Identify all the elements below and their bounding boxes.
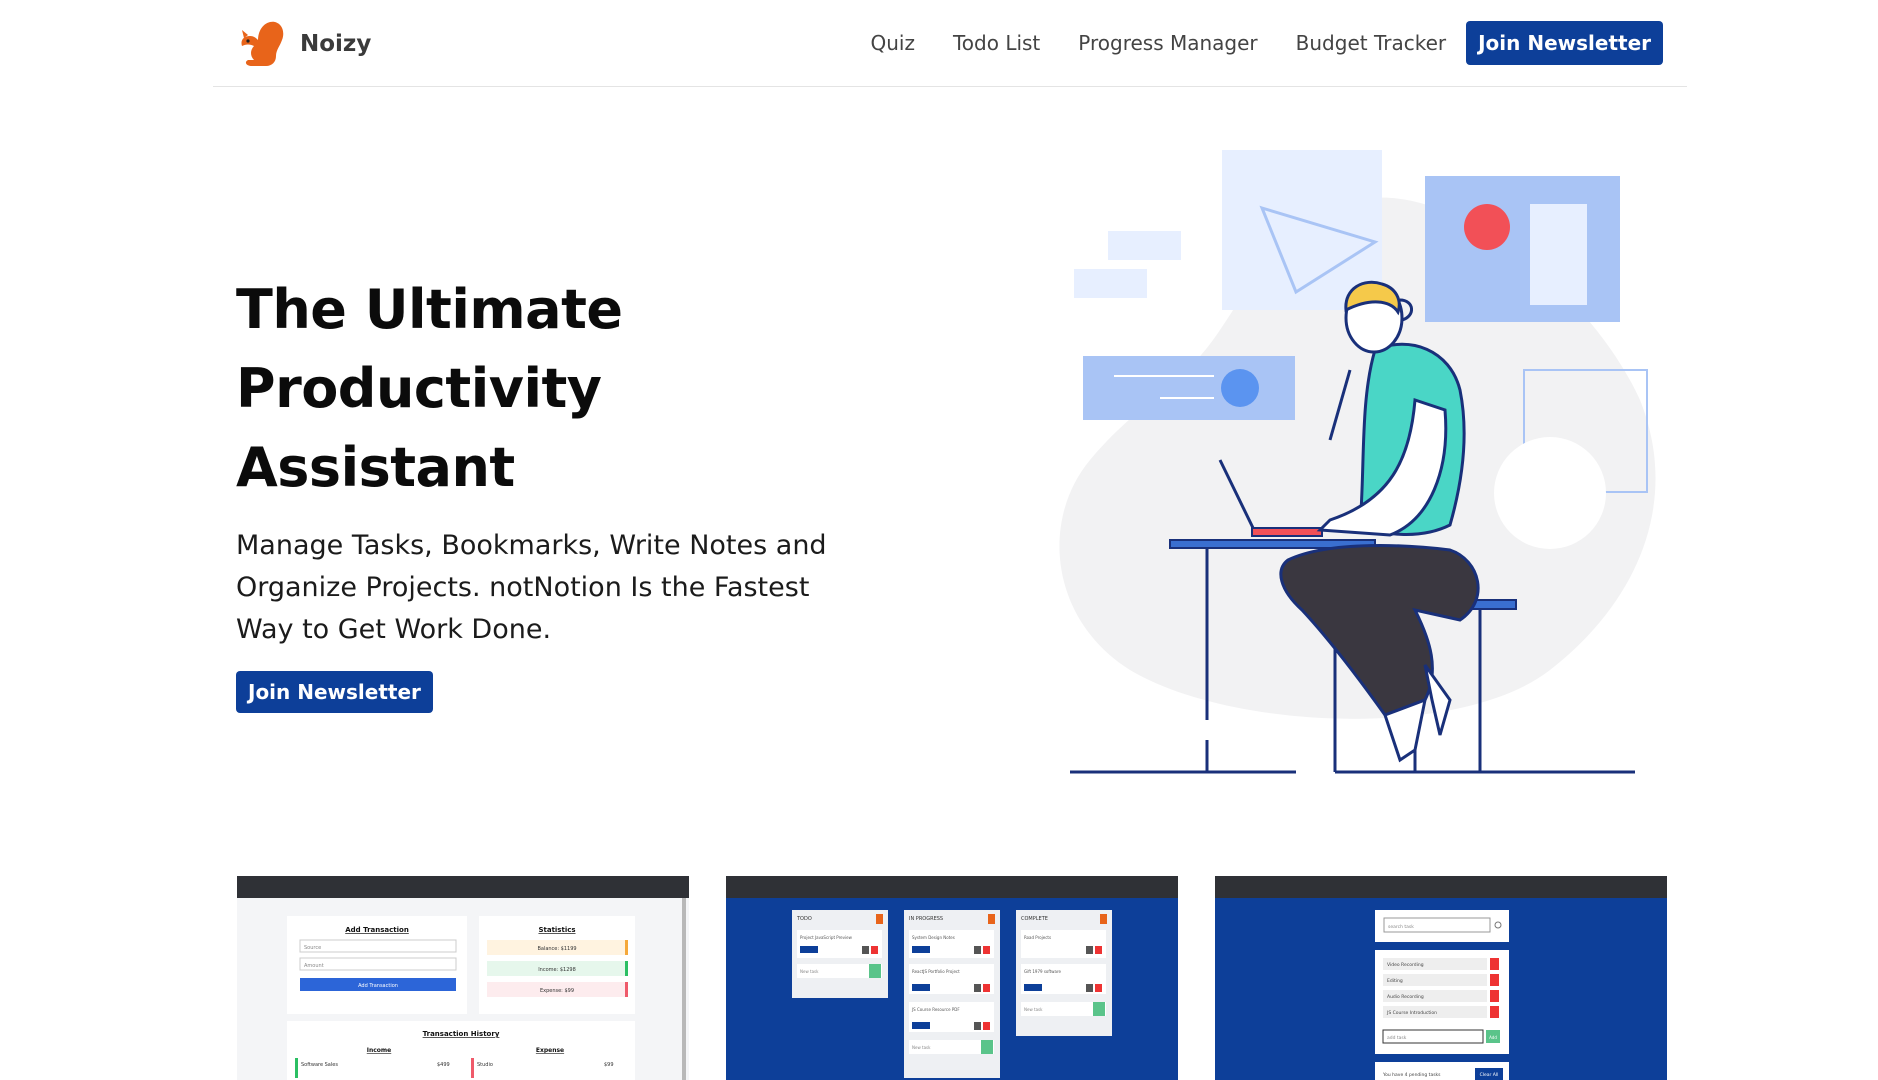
add-transaction-button: Add Transaction	[358, 983, 398, 989]
progress-task-2: ReactJS Portfolio Project	[912, 969, 960, 974]
join-newsletter-hero-button[interactable]: Join Newsletter	[236, 671, 433, 713]
balance-stat: Balance: $1199	[537, 946, 576, 952]
squirrel-logo-icon	[236, 16, 288, 72]
income-header: Income	[367, 1047, 392, 1054]
nav-link-progress-manager[interactable]: Progress Manager	[1078, 31, 1257, 55]
nav-link-budget-tracker[interactable]: Budget Tracker	[1296, 31, 1446, 55]
income-stat: Income: $1298	[538, 967, 576, 973]
amount-input: Amount	[304, 963, 324, 969]
todo-task: Project JavaScript Preview	[800, 935, 853, 940]
todo-new-task: New task	[800, 969, 819, 974]
statistics-title: Statistics	[538, 926, 575, 934]
search-input: search task	[1388, 924, 1414, 930]
nav-link-todo-list[interactable]: Todo List	[953, 31, 1040, 55]
brand-link[interactable]: Noizy	[236, 18, 371, 70]
expense-stat: Expense: $99	[540, 988, 574, 994]
transaction-history-title: Transaction History	[423, 1030, 500, 1038]
expense-header: Expense	[536, 1047, 564, 1054]
complete-column-title: COMPLETE	[1021, 916, 1048, 922]
clear-all-button: Clear All	[1480, 1072, 1499, 1078]
progress-manager-screenshot[interactable]: TODO Project JavaScript Preview New task…	[726, 876, 1178, 1080]
todo-column-title: TODO	[796, 916, 812, 922]
todo-list-screenshot[interactable]: search task Video Recording Editing Audi…	[1215, 876, 1667, 1080]
expense-item: Studio	[477, 1062, 493, 1068]
browser-toolbar	[726, 876, 1178, 898]
progress-new-task: New task	[912, 1045, 931, 1050]
complete-task-1: Road Projects	[1024, 935, 1051, 940]
app-screenshots: Add Transaction Source Amount Add Transa…	[237, 876, 1667, 1080]
add-task-input: add task	[1387, 1035, 1407, 1041]
add-transaction-title: Add Transaction	[345, 926, 409, 934]
todo-task-2: Editing	[1387, 978, 1403, 984]
top-navbar: Noizy Quiz Todo List Progress Manager Bu…	[213, 0, 1687, 87]
hero-title-line-2: Productivity Assistant	[236, 357, 602, 499]
main-nav: Quiz Todo List Progress Manager Budget T…	[832, 21, 1663, 65]
todo-task-1: Video Recording	[1387, 962, 1424, 968]
hero-title-line-1: The Ultimate	[236, 278, 623, 341]
hero-subtitle: Manage Tasks, Bookmarks, Write Notes and…	[236, 530, 827, 645]
expense-amount: $99	[604, 1062, 614, 1068]
hero-illustration	[1030, 140, 1680, 790]
hero-section: The Ultimate Productivity Assistant Mana…	[236, 270, 876, 713]
pending-tasks-text: You have 4 pending tasks	[1382, 1072, 1441, 1078]
source-input: Source	[304, 945, 321, 951]
hero-title: The Ultimate Productivity Assistant	[236, 270, 876, 507]
todo-task-4: JS Course Introduction	[1386, 1010, 1437, 1016]
progress-task-3: JS Course Resource PDF	[911, 1007, 960, 1012]
income-item: Software Sales	[301, 1062, 338, 1068]
browser-toolbar	[237, 876, 689, 898]
add-task-button: Add	[1489, 1035, 1497, 1040]
complete-task-2: Gift 1979 software	[1024, 969, 1062, 974]
todo-task-3: Audio Recording	[1387, 994, 1424, 1000]
in-progress-column-title: IN PROGRESS	[909, 916, 943, 922]
income-amount: $499	[437, 1062, 450, 1068]
browser-toolbar	[1215, 876, 1667, 898]
progress-task-1: System Design Notes	[912, 935, 955, 940]
budget-tracker-screenshot[interactable]: Add Transaction Source Amount Add Transa…	[237, 876, 689, 1080]
nav-link-quiz[interactable]: Quiz	[870, 31, 914, 55]
brand-name: Noizy	[300, 31, 372, 57]
join-newsletter-nav-button[interactable]: Join Newsletter	[1466, 21, 1663, 65]
complete-new-task: New task	[1024, 1007, 1043, 1012]
